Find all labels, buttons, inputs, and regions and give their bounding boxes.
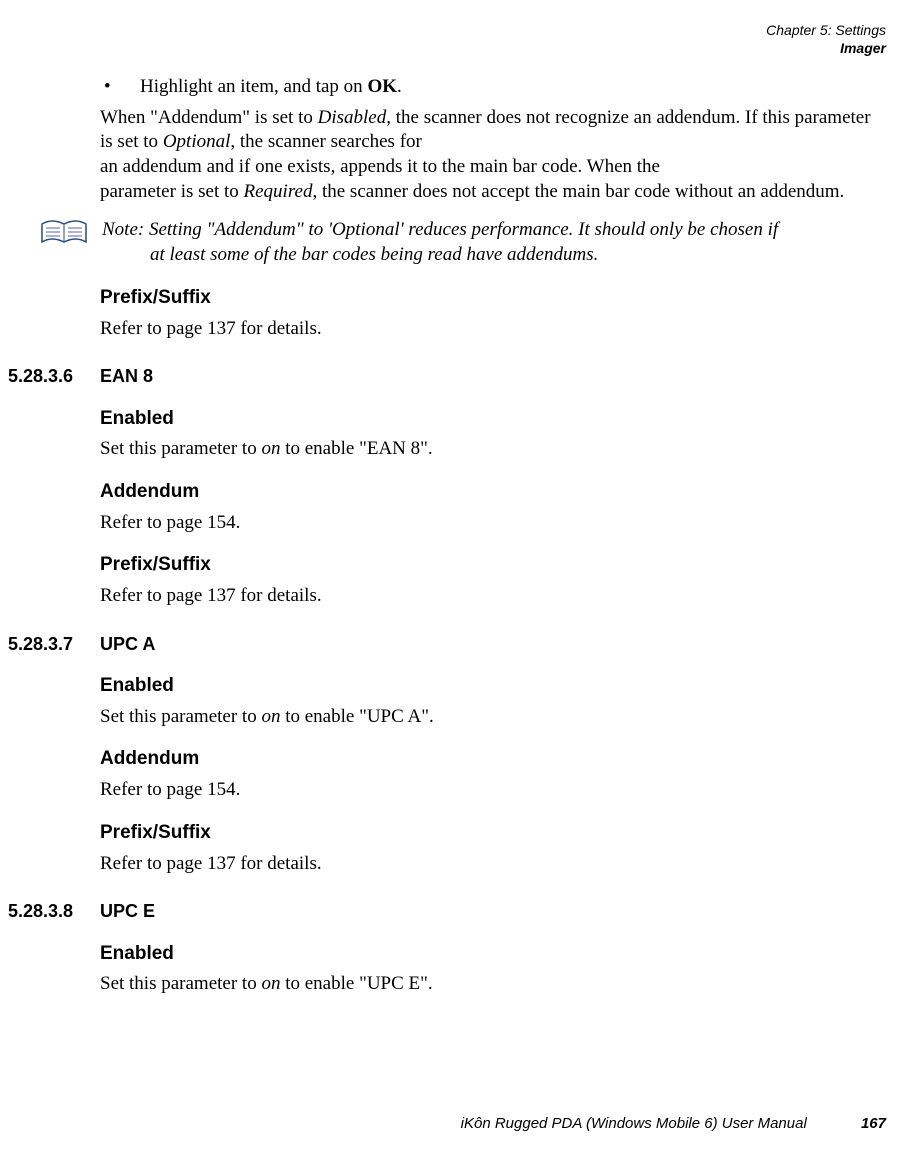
book-icon: [40, 218, 88, 248]
bullet-text-suffix: .: [397, 76, 402, 97]
heading-addendum: Addendum: [100, 480, 884, 505]
body-text: Set this parameter to on to enable "EAN …: [100, 437, 884, 462]
section-number: 5.28.3.7: [8, 633, 100, 656]
para-text: , the scanner searches for: [230, 131, 421, 152]
header-subtitle: Imager: [4, 40, 886, 58]
page-footer: iKôn Rugged PDA (Windows Mobile 6) User …: [34, 1114, 886, 1134]
section-number: 5.28.3.8: [8, 900, 100, 923]
intro-paragraph: When "Addendum" is set to Disabled , the …: [100, 106, 884, 205]
heading-prefix-suffix: Prefix/Suffix: [100, 821, 884, 846]
section-title: UPC E: [100, 900, 155, 923]
header-chapter: Chapter 5: Settings: [4, 22, 886, 40]
para-text: an addendum and if one exists, appends i…: [100, 156, 660, 177]
section-title: EAN 8: [100, 365, 153, 388]
section-heading-upce: 5.28.3.8 UPC E: [8, 900, 890, 923]
text-em: on: [261, 973, 280, 994]
text-part: to enable "UPC E".: [280, 973, 432, 994]
text-em: on: [261, 706, 280, 727]
text-part: Set this parameter to: [100, 438, 261, 459]
bullet-marker: •: [100, 75, 140, 100]
bullet-text: Highlight an item, and tap on OK.: [140, 75, 402, 100]
bullet-text-bold: OK: [367, 76, 397, 97]
bullet-item: • Highlight an item, and tap on OK.: [100, 75, 884, 100]
heading-prefix-suffix: Prefix/Suffix: [100, 286, 884, 311]
heading-enabled: Enabled: [100, 407, 884, 432]
heading-addendum: Addendum: [100, 747, 884, 772]
running-header: Chapter 5: Settings Imager: [4, 22, 886, 57]
text-em: on: [261, 438, 280, 459]
note-text: Note: Setting "Addendum" to 'Optional' r…: [102, 218, 890, 267]
footer-doc-title: iKôn Rugged PDA (Windows Mobile 6) User …: [461, 1115, 807, 1132]
note-line: at least some of the bar codes being rea…: [102, 243, 880, 268]
section-title: UPC A: [100, 633, 155, 656]
para-text: parameter is set to: [100, 181, 244, 202]
para-em: Optional: [163, 131, 231, 152]
body-text: Refer to page 154.: [100, 778, 884, 803]
para-em: Required: [244, 181, 313, 202]
heading-prefix-suffix: Prefix/Suffix: [100, 553, 884, 578]
body-text: Set this parameter to on to enable "UPC …: [100, 972, 884, 997]
para-text: , the scanner does not accept the main b…: [312, 181, 844, 202]
heading-enabled: Enabled: [100, 942, 884, 967]
text-part: to enable "UPC A".: [280, 706, 433, 727]
para-text: When "Addendum" is set to: [100, 107, 318, 128]
body-text: Refer to page 154.: [100, 511, 884, 536]
section-number: 5.28.3.6: [8, 365, 100, 388]
text-part: Set this parameter to: [100, 706, 261, 727]
bullet-text-part: Highlight an item, and tap on: [140, 76, 367, 97]
note-block: Note: Setting "Addendum" to 'Optional' r…: [40, 218, 890, 267]
para-em: Disabled: [318, 107, 387, 128]
body-text: Refer to page 137 for details.: [100, 584, 884, 609]
footer-page-number: 167: [861, 1115, 886, 1132]
body-text: Refer to page 137 for details.: [100, 317, 884, 342]
text-part: to enable "EAN 8".: [280, 438, 432, 459]
section-heading-upca: 5.28.3.7 UPC A: [8, 633, 890, 656]
heading-enabled: Enabled: [100, 674, 884, 699]
section-heading-ean8: 5.28.3.6 EAN 8: [8, 365, 890, 388]
body-text: Refer to page 137 for details.: [100, 852, 884, 877]
body-text: Set this parameter to on to enable "UPC …: [100, 705, 884, 730]
note-line: Setting "Addendum" to 'Optional' reduces…: [149, 219, 778, 240]
text-part: Set this parameter to: [100, 973, 261, 994]
note-label: Note:: [102, 219, 144, 240]
